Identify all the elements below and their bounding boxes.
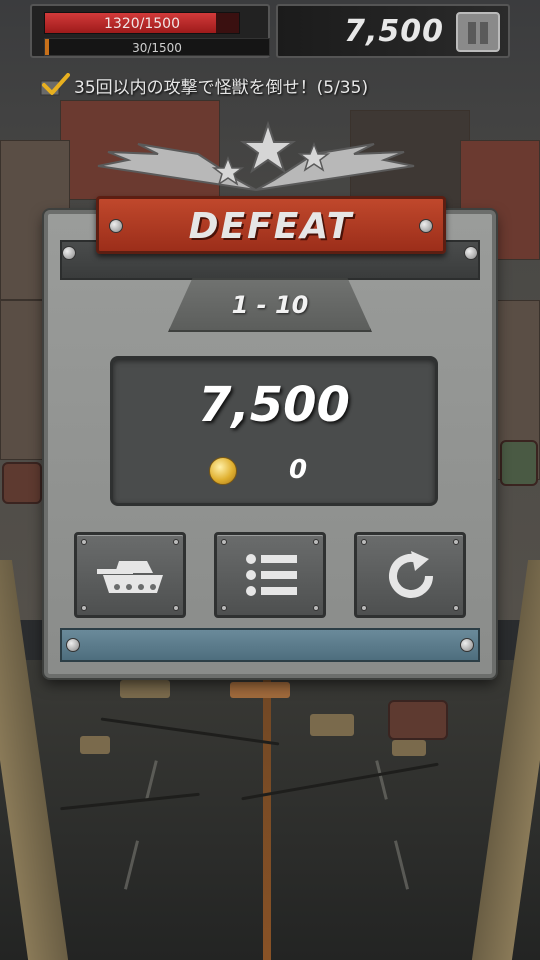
stage-label: 1 - 10 <box>231 291 309 319</box>
pause-button[interactable] <box>456 12 500 52</box>
mission-objective: 35回以内の攻撃で怪獣を倒せ！(5/35) <box>40 70 368 100</box>
result-box: 7,500 0 <box>110 356 438 506</box>
mission-text: 35回以内の攻撃で怪獣を倒せ！(5/35) <box>74 77 369 98</box>
status-bars: 1320/1500 30/1500 <box>30 4 270 58</box>
garage-button[interactable] <box>74 532 186 618</box>
debris <box>120 680 170 698</box>
coin-icon <box>209 457 237 485</box>
progress-bar: 30/1500 <box>44 38 270 56</box>
checkmark-icon <box>40 73 70 96</box>
coin-count: 0 <box>289 455 308 485</box>
retry-icon <box>389 551 433 598</box>
screw-icon <box>62 246 76 260</box>
defeat-banner: DEFEAT <box>96 196 446 254</box>
wrecked-car <box>500 440 538 486</box>
debris <box>80 736 110 754</box>
screw-icon <box>66 638 80 652</box>
result-title: DEFEAT <box>188 206 354 247</box>
debris <box>310 714 354 736</box>
tank-icon <box>97 561 163 593</box>
progress-text: 30/1500 <box>132 41 182 55</box>
list-icon <box>246 554 297 596</box>
debris <box>230 682 290 698</box>
retry-button[interactable] <box>354 532 466 618</box>
result-panel: 1 - 10 7,500 0 <box>44 210 496 678</box>
road-center-line <box>263 680 271 960</box>
menu-list-button[interactable] <box>214 532 326 618</box>
screw-icon <box>464 246 478 260</box>
hud-score: 7,500 <box>344 14 444 49</box>
building <box>0 300 44 460</box>
score-panel: 7,500 <box>276 4 510 58</box>
wrecked-car <box>388 700 448 740</box>
result-score: 7,500 <box>198 377 350 433</box>
screw-icon <box>460 638 474 652</box>
hp-bar: 1320/1500 <box>44 12 240 34</box>
hp-text: 1320/1500 <box>104 16 180 32</box>
panel-bottom-strip <box>60 628 480 662</box>
wrecked-car <box>2 462 42 504</box>
debris <box>392 740 426 756</box>
